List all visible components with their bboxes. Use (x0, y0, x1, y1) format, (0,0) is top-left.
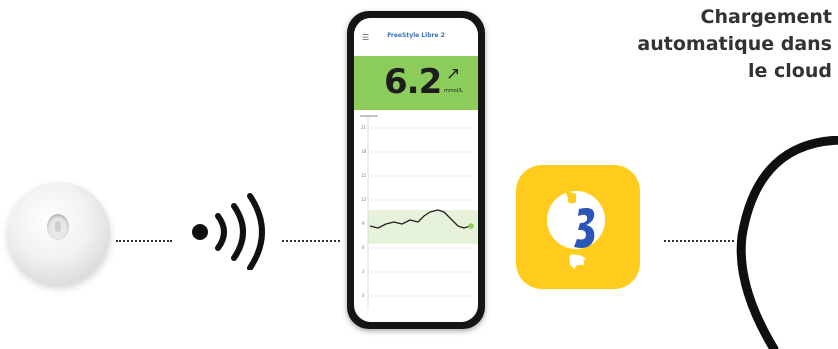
connector-dots-1 (116, 240, 172, 242)
glucose-reading-panel: 6.2 ↗ mmol/L (354, 56, 478, 110)
axis-label-15: 15 (361, 173, 367, 178)
cloud-upload-headline: Chargement automatique dans le cloud (572, 4, 832, 85)
glucose-unit: mmol/L (444, 88, 463, 94)
librelinkup-app-icon[interactable] (516, 165, 640, 289)
glucose-graph: 21 18 15 12 9 6 3 0 (360, 115, 478, 310)
app-bar: ☰ FreeStyle Libre 2 (354, 18, 478, 56)
axis-label-12: 12 (361, 197, 367, 202)
axis-label-0: 0 (362, 293, 365, 298)
smartphone: ☰ FreeStyle Libre 2 6.2 ↗ mmol/L 21 18 1… (347, 11, 485, 329)
phone-screen: ☰ FreeStyle Libre 2 6.2 ↗ mmol/L 21 18 1… (354, 18, 478, 322)
connector-dots-3 (664, 240, 734, 242)
axis-label-9: 9 (362, 221, 365, 226)
sensor-center (47, 214, 69, 240)
headline-line-2: automatique dans (637, 33, 832, 55)
headline-line-3: le cloud (748, 60, 832, 82)
app-logo-icon (547, 184, 605, 269)
glucose-value: 6.2 (384, 62, 442, 102)
axis-label-6: 6 (362, 245, 365, 250)
current-reading-dot (468, 223, 474, 229)
sensor-device (8, 182, 110, 284)
axis-label-18: 18 (361, 149, 367, 154)
connector-dots-2 (282, 240, 340, 242)
headline-line-1: Chargement (700, 6, 832, 28)
app-brand: FreeStyle Libre 2 (387, 32, 445, 39)
axis-label-21: 21 (361, 125, 367, 130)
trend-arrow-icon: ↗ (446, 64, 461, 84)
cloud-arc-icon (736, 136, 838, 349)
axis-label-3: 3 (362, 269, 365, 274)
nfc-signal-icon (192, 193, 265, 270)
